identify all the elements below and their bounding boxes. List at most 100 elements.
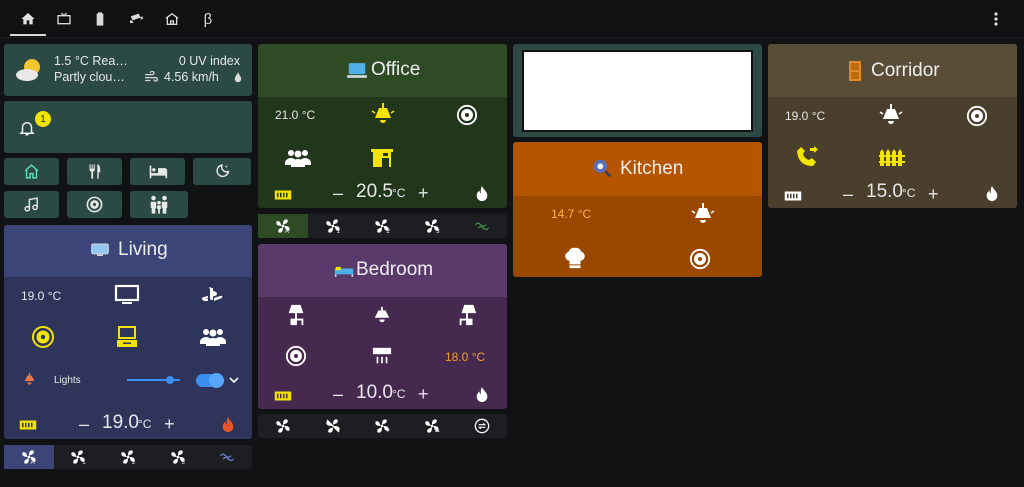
ceiling-light-icon[interactable] bbox=[690, 202, 716, 226]
ceiling-light-icon[interactable] bbox=[370, 102, 396, 126]
people-group-icon[interactable] bbox=[284, 149, 312, 167]
music-icon bbox=[24, 197, 38, 212]
moon-stars-icon bbox=[216, 164, 230, 178]
phone-forward-icon[interactable] bbox=[795, 145, 819, 169]
door-icon bbox=[849, 61, 861, 81]
bedroom-header[interactable]: Bedroom bbox=[258, 244, 507, 297]
swap-icon bbox=[474, 418, 490, 434]
office-increase-button[interactable]: + bbox=[418, 183, 429, 204]
office-unit: °C bbox=[392, 186, 406, 200]
fan-auto-button[interactable]: A bbox=[258, 214, 308, 238]
frying-pan-icon bbox=[593, 159, 612, 178]
fence-icon[interactable] bbox=[878, 148, 906, 166]
swap-button[interactable] bbox=[457, 414, 507, 438]
bedroom-decrease-button[interactable]: – bbox=[333, 384, 343, 405]
beta-label: β bbox=[203, 10, 213, 28]
fan-speed-2-button[interactable]: 2 bbox=[103, 445, 153, 469]
lights-brightness-slider[interactable] bbox=[127, 376, 180, 384]
tv-icon bbox=[57, 12, 71, 25]
scene-home-button[interactable] bbox=[4, 158, 59, 185]
bedroom-temperature: 18.0 °C bbox=[445, 350, 486, 364]
people-group-icon[interactable] bbox=[199, 328, 227, 346]
living-decrease-button[interactable]: – bbox=[79, 414, 89, 435]
chef-hat-icon[interactable] bbox=[564, 246, 586, 270]
fan-swing-button[interactable] bbox=[457, 214, 507, 238]
fan-speed-2-button[interactable]: 2 bbox=[358, 214, 408, 238]
fan-speed-3-button[interactable]: 3 bbox=[407, 214, 457, 238]
corridor-increase-button[interactable]: + bbox=[928, 184, 939, 205]
menu-button[interactable] bbox=[986, 8, 1006, 30]
fan-auto-button[interactable]: A bbox=[4, 445, 54, 469]
kitchen-header[interactable]: Kitchen bbox=[513, 142, 762, 196]
lights-toggle[interactable] bbox=[196, 373, 224, 388]
fan-speed-3-button[interactable]: 3 bbox=[153, 445, 203, 469]
flame-icon bbox=[476, 185, 488, 201]
air-conditioner-icon[interactable] bbox=[371, 346, 393, 366]
notification-card[interactable]: 1 bbox=[4, 101, 252, 153]
office-decrease-button[interactable]: – bbox=[333, 183, 343, 204]
robot-vacuum-icon[interactable] bbox=[285, 345, 307, 367]
scene-family-button[interactable] bbox=[130, 191, 188, 218]
weather-card[interactable]: 1.5 °C Rea… Partly clou… 0 UV index 4.56… bbox=[4, 44, 252, 96]
fan-mode-label: 3 bbox=[436, 229, 440, 235]
office-header[interactable]: Office bbox=[258, 44, 507, 97]
camera-card[interactable] bbox=[513, 44, 762, 137]
fan-speed-1-button[interactable]: 1 bbox=[54, 445, 104, 469]
robot-vacuum-icon[interactable] bbox=[966, 105, 988, 127]
tab-house[interactable] bbox=[154, 0, 190, 38]
ceiling-light-icon[interactable] bbox=[21, 372, 38, 386]
radiator-icon bbox=[274, 190, 292, 200]
laptop-desk-icon[interactable] bbox=[115, 325, 139, 349]
house-outline-icon bbox=[165, 12, 179, 25]
tab-battery[interactable] bbox=[82, 0, 118, 38]
home-icon bbox=[21, 13, 35, 25]
bedroom-setpoint: 10.0 bbox=[356, 382, 393, 403]
wind-icon bbox=[145, 71, 158, 82]
fan-button[interactable] bbox=[258, 414, 308, 438]
living-increase-button[interactable]: + bbox=[164, 414, 175, 435]
scene-music-button[interactable] bbox=[4, 191, 59, 218]
fan-off-button[interactable] bbox=[308, 414, 358, 438]
fan-speed-1-button[interactable]: 1 bbox=[308, 214, 358, 238]
fan-plus-button[interactable] bbox=[358, 414, 408, 438]
scene-night-button[interactable] bbox=[193, 158, 251, 185]
corridor-header[interactable]: Corridor bbox=[768, 44, 1017, 97]
slider-knob[interactable] bbox=[166, 376, 175, 384]
television-icon[interactable] bbox=[114, 284, 140, 306]
scene-dining-button[interactable] bbox=[67, 158, 122, 185]
living-title: Living bbox=[118, 239, 168, 260]
kitchen-temperature: 14.7 °C bbox=[551, 207, 592, 221]
tab-tv[interactable] bbox=[46, 0, 82, 38]
fan-swing-button[interactable] bbox=[202, 445, 252, 469]
corridor-decrease-button[interactable]: – bbox=[843, 184, 853, 205]
bedroom-fan-controls bbox=[258, 414, 507, 438]
wall-lamp-icon[interactable] bbox=[285, 303, 307, 327]
living-header[interactable]: Living bbox=[4, 225, 252, 277]
fan-icon bbox=[276, 419, 290, 433]
uv-index: 0 UV index bbox=[178, 54, 240, 68]
ceiling-light-icon[interactable] bbox=[878, 103, 904, 127]
office-fan-controls: A 1 2 3 bbox=[258, 214, 507, 238]
robot-vacuum-icon[interactable] bbox=[456, 104, 478, 126]
flame-icon bbox=[476, 386, 488, 402]
scene-vacuum-button[interactable] bbox=[67, 191, 122, 218]
corridor-temperature: 19.0 °C bbox=[785, 109, 826, 123]
tab-home[interactable] bbox=[10, 0, 46, 38]
wall-lamp-icon[interactable] bbox=[456, 303, 478, 327]
tab-camera[interactable] bbox=[118, 0, 154, 38]
robot-vacuum-icon[interactable] bbox=[689, 248, 711, 270]
fan-minus-button[interactable] bbox=[407, 414, 457, 438]
radiator-icon bbox=[274, 391, 292, 401]
playstation-icon[interactable] bbox=[200, 286, 224, 304]
fan-minus-icon bbox=[425, 419, 440, 433]
ceiling-light-icon[interactable] bbox=[371, 306, 393, 324]
fan-mode-label: 2 bbox=[386, 229, 390, 235]
scene-bed-button[interactable] bbox=[130, 158, 185, 185]
robot-vacuum-icon[interactable] bbox=[31, 325, 55, 349]
cctv-camera-icon bbox=[130, 13, 143, 23]
desk-icon[interactable] bbox=[370, 147, 394, 169]
corridor-unit: °C bbox=[902, 186, 916, 200]
bedroom-increase-button[interactable]: + bbox=[418, 384, 429, 405]
tab-beta[interactable]: β bbox=[190, 0, 226, 38]
chevron-down-icon[interactable] bbox=[229, 376, 239, 384]
